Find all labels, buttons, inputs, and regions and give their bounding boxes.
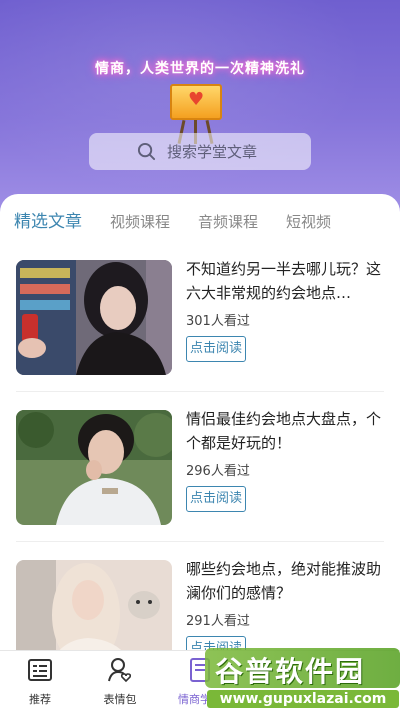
search-placeholder[interactable]: 搜索学堂文章 xyxy=(167,141,257,162)
header-banner: 情商，人类世界的一次精神洗礼 ♥ 搜索学堂文章 xyxy=(0,0,400,215)
watermark-text: 谷普软件园 xyxy=(215,655,366,688)
read-button[interactable]: 点击阅读 xyxy=(186,336,246,362)
search-bar[interactable]: 搜索学堂文章 xyxy=(89,133,311,170)
article-title[interactable]: 哪些约会地点，绝对能推波助澜你们的感情？ xyxy=(186,557,386,605)
article-thumbnail[interactable] xyxy=(16,410,172,525)
view-count: 296人看过 xyxy=(186,464,250,479)
article-item[interactable]: 情侣最佳约会地点大盘点，个个都是好玩的！ 296人看过 点击阅读 xyxy=(16,410,384,528)
user-heart-icon xyxy=(108,658,132,683)
category-tabs: 精选文章 视频课程 音频课程 短视频 xyxy=(14,208,359,236)
tab-short-videos[interactable]: 短视频 xyxy=(286,208,331,236)
article-thumbnail[interactable] xyxy=(16,260,172,375)
nav-label: 推荐 xyxy=(29,693,51,706)
watermark-url: www.gupuxlazai.com xyxy=(207,690,399,708)
article-title[interactable]: 不知道约另一半去哪儿玩？这六大非常规的约会地点… xyxy=(186,257,386,305)
nav-label: 表情包 xyxy=(103,693,137,706)
divider xyxy=(16,541,384,542)
nav-item-recommend[interactable]: 推荐 xyxy=(0,657,80,707)
tab-video-courses[interactable]: 视频课程 xyxy=(110,208,170,236)
view-count: 301人看过 xyxy=(186,314,250,329)
article-item[interactable]: 不知道约另一半去哪儿玩？这六大非常规的约会地点… 301人看过 点击阅读 xyxy=(16,260,384,378)
divider xyxy=(16,391,384,392)
search-icon xyxy=(137,142,156,161)
content-panel: 精选文章 视频课程 音频课程 短视频 不知道约另一半去哪儿玩？这六大非常规的约会… xyxy=(0,194,400,675)
list-icon xyxy=(28,659,52,681)
tab-featured-articles[interactable]: 精选文章 xyxy=(14,208,82,236)
nav-item-stickers[interactable]: 表情包 xyxy=(80,657,160,707)
slogan-text: 情商，人类世界的一次精神洗礼 xyxy=(95,61,305,77)
article-title[interactable]: 情侣最佳约会地点大盘点，个个都是好玩的！ xyxy=(186,407,386,455)
view-count: 291人看过 xyxy=(186,614,250,629)
watermark-logo: 谷普软件园 www.gupuxlazai.com xyxy=(205,648,400,711)
tab-audio-courses[interactable]: 音频课程 xyxy=(198,208,258,236)
read-button[interactable]: 点击阅读 xyxy=(186,486,246,512)
